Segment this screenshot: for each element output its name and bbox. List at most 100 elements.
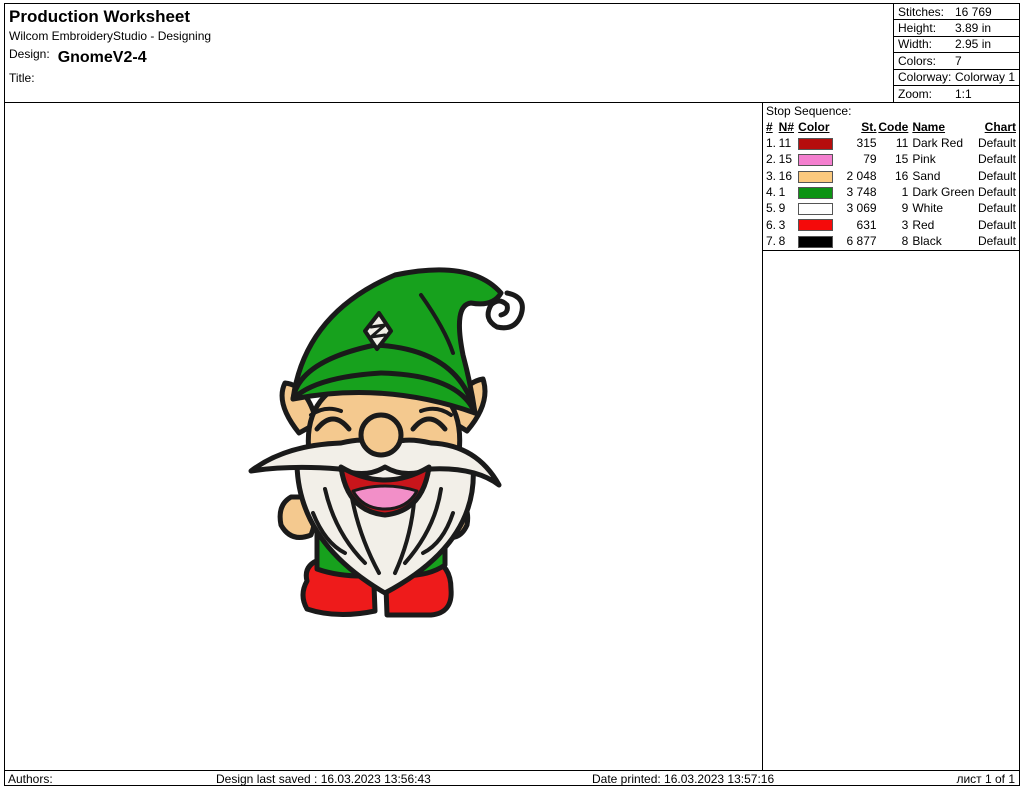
- stop-index: 1.: [766, 136, 777, 151]
- stop-needle: 1: [778, 185, 786, 200]
- stat-label: Width:: [898, 37, 933, 52]
- stop-name: Red: [912, 217, 935, 232]
- stop-code: 15: [894, 152, 909, 167]
- title-label: Title:: [9, 71, 35, 85]
- stop-needle: 11: [778, 136, 792, 151]
- stop-code: 8: [901, 233, 909, 248]
- color-swatch: [798, 186, 834, 199]
- stat-stitches: Stitches: 16 769: [894, 4, 1019, 21]
- stat-value: 16 769: [955, 4, 992, 19]
- stop-chart: Default: [977, 185, 1016, 200]
- stop-index: 4.: [766, 185, 777, 200]
- stop-stitches: 3 069: [846, 201, 877, 216]
- stop-stitches: 315: [856, 136, 877, 151]
- stop-chart: Default: [977, 136, 1016, 151]
- software-name: Wilcom EmbroideryStudio - Designing: [9, 29, 212, 43]
- stop-code: 11: [895, 136, 909, 151]
- stop-stitches: 631: [856, 217, 877, 232]
- stop-stitches: 2 048: [846, 168, 877, 183]
- stop-name: White: [912, 201, 944, 216]
- stat-width: Width: 2.95 in: [894, 37, 1019, 54]
- gnome-hat: [290, 267, 525, 416]
- design-row: Design: GnomeV2-4: [9, 47, 147, 66]
- col-header-color: Color: [798, 120, 830, 134]
- stop-chart: Default: [977, 217, 1016, 232]
- stat-value: 2.95 in: [955, 37, 992, 52]
- stop-sequence-table: # N# Color St. Code Name Chart 1. 11 315 11…: [763, 119, 1019, 249]
- stop-color: [798, 184, 839, 200]
- stop-name: Pink: [912, 152, 936, 167]
- stat-value: 3.89 in: [955, 21, 992, 36]
- stop-chart: Default: [977, 233, 1016, 248]
- design-label: Design:: [9, 47, 50, 61]
- table-row: 5. 9 3 069 9 White Default: [763, 200, 1019, 216]
- stop-color: [798, 135, 839, 151]
- stop-sequence-title: Stop Sequence:: [766, 104, 852, 118]
- design-preview: [5, 103, 763, 770]
- stat-label: Colors:: [898, 53, 937, 68]
- stop-index: 3.: [766, 168, 777, 183]
- worksheet-title: Production Worksheet: [9, 7, 191, 26]
- stop-color: [798, 151, 839, 167]
- stop-code: 9: [901, 201, 909, 216]
- color-swatch: [798, 219, 834, 232]
- stop-needle: 8: [778, 233, 786, 248]
- authors-label: Authors:: [8, 772, 53, 786]
- table-row: 1. 11 315 11 Dark Red Default: [763, 135, 1019, 151]
- stop-needle: 15: [778, 152, 793, 167]
- stop-name: Black: [912, 233, 942, 248]
- stat-value: Colorway 1: [955, 70, 1016, 85]
- stop-index: 6.: [766, 217, 777, 232]
- design-name: GnomeV2-4: [57, 49, 147, 66]
- color-swatch: [798, 235, 834, 248]
- stop-code: 3: [901, 217, 909, 232]
- last-saved-date: Design last saved : 16.03.2023 13:56:43: [216, 772, 431, 786]
- col-header-code: Code: [878, 120, 909, 134]
- color-swatch: [798, 170, 834, 183]
- table-row: 3. 16 2 048 16 Sand Default: [763, 168, 1019, 184]
- stop-chart: Default: [977, 152, 1016, 167]
- stop-needle: 3: [778, 217, 786, 232]
- stop-stitches: 3 748: [846, 185, 877, 200]
- stop-table-body: 1. 11 315 11 Dark Red Default 2. 15 79 15 Pink Defa…: [763, 135, 1019, 249]
- table-row: 4. 1 3 748 1 Dark Green Default: [763, 184, 1019, 200]
- col-header-name: Name: [912, 120, 946, 134]
- stop-chart: Default: [977, 201, 1016, 216]
- col-header-chart: Chart: [984, 120, 1016, 134]
- stat-colorway: Colorway: Colorway 1: [894, 70, 1019, 86]
- col-header-stitches: St.: [861, 120, 877, 134]
- stop-color: [798, 168, 839, 184]
- worksheet: Production Worksheet Wilcom EmbroiderySt…: [4, 3, 1020, 786]
- table-row: 7. 8 6 877 8 Black Default: [763, 233, 1019, 249]
- stat-height: Height: 3.89 in: [894, 20, 1019, 37]
- col-header-n: N#: [778, 120, 795, 134]
- stop-color: [798, 216, 839, 232]
- stop-stitches: 6 877: [846, 233, 877, 248]
- table-row: 6. 3 631 3 Red Default: [763, 216, 1019, 232]
- stop-color: [798, 233, 839, 249]
- stat-label: Zoom:: [898, 87, 933, 102]
- stop-needle: 9: [778, 201, 786, 216]
- color-swatch: [798, 203, 834, 216]
- date-printed: Date printed: 16.03.2023 13:57:16: [592, 772, 775, 786]
- stop-code: 16: [894, 168, 909, 183]
- stop-code: 1: [901, 185, 909, 200]
- stop-chart: Default: [977, 168, 1016, 183]
- stat-label: Stitches:: [898, 4, 945, 19]
- color-swatch: [798, 154, 834, 167]
- stop-sequence-panel: Stop Sequence: # N# Color St. Code Name …: [763, 103, 1019, 252]
- worksheet-header: Production Worksheet Wilcom EmbroiderySt…: [5, 4, 1019, 103]
- stop-index: 5.: [766, 201, 777, 216]
- stop-name: Dark Red: [912, 136, 964, 151]
- stop-name: Dark Green: [912, 185, 975, 200]
- stats-panel: Stitches: 16 769 Height: 3.89 in Width: …: [893, 4, 1019, 103]
- gnome-embroidery-image: [248, 267, 525, 618]
- stat-label: Colorway:: [898, 70, 952, 85]
- worksheet-footer: Authors: Design last saved : 16.03.2023 …: [5, 770, 1019, 786]
- stop-index: 7.: [766, 233, 777, 248]
- stop-table-wrap: # N# Color St. Code Name Chart 1. 11 315 11…: [763, 119, 1019, 252]
- table-row: 2. 15 79 15 Pink Default: [763, 151, 1019, 167]
- stat-label: Height:: [898, 21, 937, 36]
- stat-value: 7: [955, 53, 962, 68]
- page-number: лист 1 of 1: [956, 772, 1015, 786]
